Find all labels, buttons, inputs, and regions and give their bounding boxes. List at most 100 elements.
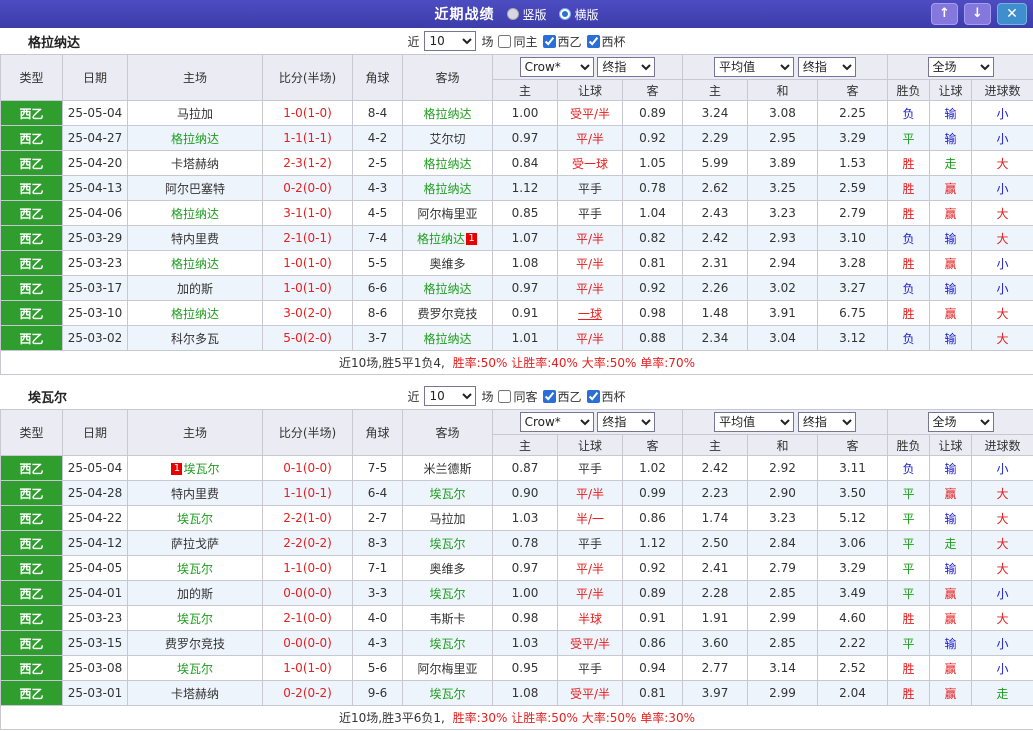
league-type: 西乙 (0, 125, 63, 151)
away-team-name[interactable]: 奥维多 (429, 562, 465, 576)
asia-handicap: 平手 (557, 655, 623, 681)
home-team-name[interactable]: 埃瓦尔 (177, 562, 213, 576)
match-count-select[interactable]: 10 (424, 31, 477, 51)
home-team-name[interactable]: 埃瓦尔 (177, 662, 213, 676)
away-team-name[interactable]: 埃瓦尔 (429, 637, 465, 651)
away-team-name[interactable]: 格拉纳达 (423, 182, 471, 196)
match-home-team: 埃瓦尔 (127, 655, 263, 681)
away-team-name[interactable]: 格拉纳达 (423, 107, 471, 121)
corner-score: 5-6 (352, 655, 403, 681)
away-team-name[interactable]: 阿尔梅里亚 (417, 662, 477, 676)
asia-home-odds: 0.85 (492, 200, 558, 226)
away-team-name[interactable]: 埃瓦尔 (429, 487, 465, 501)
match-score: 3-1(1-0) (262, 200, 353, 226)
corner-score: 4-3 (352, 175, 403, 201)
away-team-name[interactable]: 格拉纳达 (423, 282, 471, 296)
result-outcome: 胜 (887, 250, 930, 276)
away-team-name[interactable]: 奥维多 (429, 257, 465, 271)
euro-home-odds: 2.31 (682, 250, 748, 276)
asia-odds-time-select[interactable]: 终指 (597, 412, 656, 432)
asia-away-odds: 0.88 (622, 325, 683, 351)
bookmaker-select[interactable]: Crow* (519, 412, 594, 432)
away-team-name[interactable]: 马拉加 (429, 512, 465, 526)
corner-score: 3-3 (352, 580, 403, 606)
euro-draw-odds: 2.94 (747, 250, 818, 276)
checkbox-icon[interactable] (586, 34, 600, 48)
home-team-name[interactable]: 埃瓦尔 (177, 612, 213, 626)
col-home: 主场 (127, 54, 263, 101)
euro-odds-time-select[interactable]: 终指 (797, 57, 856, 77)
match-home-team: 埃瓦尔 (127, 605, 263, 631)
away-team-name[interactable]: 阿尔梅里亚 (417, 207, 477, 221)
league-type: 西乙 (0, 505, 63, 531)
asia-odds-time-select[interactable]: 终指 (597, 57, 656, 77)
checkbox-icon[interactable] (498, 34, 512, 48)
match-row: 西乙 25-03-29 特内里费 2-1(0-1) 7-4 格拉纳达 1 1.07 平/半 0.8… (0, 225, 1033, 251)
home-team-name[interactable]: 格拉纳达 (171, 257, 219, 271)
result-goals: 小 (970, 580, 1033, 606)
view-mode-vertical-radio[interactable]: 竖版 (506, 6, 547, 23)
checkbox-icon[interactable] (498, 389, 512, 403)
average-select[interactable]: 平均值 (714, 57, 795, 77)
away-team-name[interactable]: 格拉纳达 (423, 157, 471, 171)
view-mode-horizontal-radio[interactable]: 横版 (558, 6, 599, 23)
home-team-name[interactable]: 费罗尔竞技 (165, 637, 225, 651)
checkbox-icon[interactable] (542, 389, 556, 403)
checkbox-icon[interactable] (586, 389, 600, 403)
home-team-name[interactable]: 卡塔赫纳 (171, 687, 219, 701)
away-team-name[interactable]: 米兰德斯 (423, 462, 471, 476)
checkbox-label: 同客 (513, 389, 538, 404)
away-team-name[interactable]: 埃瓦尔 (429, 587, 465, 601)
home-team-name[interactable]: 阿尔巴塞特 (165, 182, 225, 196)
euro-odds-time-select[interactable]: 终指 (797, 412, 856, 432)
away-team-name[interactable]: 格拉纳达 (423, 332, 471, 346)
result-handicap: 赢 (929, 200, 972, 226)
close-button[interactable]: ✕ (997, 3, 1027, 25)
match-away-team: 格拉纳达 (402, 275, 493, 301)
league-type: 西乙 (0, 680, 63, 706)
away-team-name[interactable]: 格拉纳达 (417, 232, 465, 246)
asia-away-odds: 0.82 (622, 225, 683, 251)
scope-select[interactable]: 全场 (927, 412, 994, 432)
home-team-name[interactable]: 格拉纳达 (171, 207, 219, 221)
home-team-name[interactable]: 格拉纳达 (171, 307, 219, 321)
col-away: 客场 (402, 409, 493, 456)
result-goals: 走 (970, 680, 1033, 706)
home-team-name[interactable]: 格拉纳达 (171, 132, 219, 146)
home-team-name[interactable]: 加的斯 (177, 587, 213, 601)
away-team-name[interactable]: 艾尔切 (429, 132, 465, 146)
checkbox-icon[interactable] (542, 34, 556, 48)
home-team-name[interactable]: 特内里费 (171, 232, 219, 246)
euro-draw-odds: 2.95 (747, 125, 818, 151)
away-team-name[interactable]: 埃瓦尔 (429, 687, 465, 701)
cup-checkbox[interactable]: 西杯 (586, 33, 626, 50)
move-up-button[interactable]: ↑ (931, 3, 958, 25)
match-count-select[interactable]: 10 (424, 386, 477, 406)
cup-checkbox[interactable]: 西杯 (586, 388, 626, 405)
home-team-name[interactable]: 埃瓦尔 (183, 462, 219, 476)
home-team-name[interactable]: 马拉加 (177, 107, 213, 121)
home-team-name[interactable]: 埃瓦尔 (177, 512, 213, 526)
home-team-name[interactable]: 加的斯 (177, 282, 213, 296)
same-venue-checkbox[interactable]: 同主 (498, 33, 538, 50)
result-goals: 小 (970, 455, 1033, 481)
asia-home-odds: 1.12 (492, 175, 558, 201)
euro-home-odds: 3.24 (682, 100, 748, 126)
asia-handicap: 受平/半 (557, 630, 623, 656)
league-checkbox[interactable]: 西乙 (542, 33, 582, 50)
same-venue-checkbox[interactable]: 同客 (498, 388, 538, 405)
scope-select[interactable]: 全场 (927, 57, 994, 77)
home-team-name[interactable]: 科尔多瓦 (171, 332, 219, 346)
match-row: 西乙 25-03-10 格拉纳达 3-0(2-0) 8-6 费罗尔竞技 0.91 一球 0.98… (0, 300, 1033, 326)
away-team-name[interactable]: 费罗尔竞技 (417, 307, 477, 321)
home-team-name[interactable]: 卡塔赫纳 (171, 157, 219, 171)
bookmaker-select[interactable]: Crow* (519, 57, 594, 77)
home-team-name[interactable]: 萨拉戈萨 (171, 537, 219, 551)
euro-home-odds: 2.42 (682, 455, 748, 481)
away-team-name[interactable]: 韦斯卡 (429, 612, 465, 626)
move-down-button[interactable]: ↓ (964, 3, 991, 25)
league-checkbox[interactable]: 西乙 (542, 388, 582, 405)
home-team-name[interactable]: 特内里费 (171, 487, 219, 501)
average-select[interactable]: 平均值 (714, 412, 795, 432)
away-team-name[interactable]: 埃瓦尔 (429, 537, 465, 551)
